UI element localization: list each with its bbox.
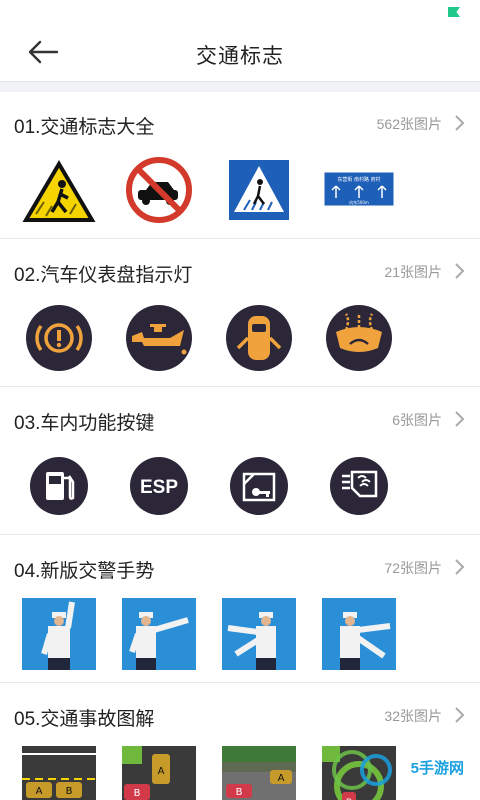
chevron-right-icon xyxy=(455,115,465,131)
thumbnail-row xyxy=(22,598,462,670)
image-count: 72张图片 xyxy=(384,560,442,576)
washer-fluid-light-icon[interactable] xyxy=(322,302,396,374)
police-gesture-stop-image[interactable] xyxy=(22,598,96,670)
thumbnail-row: ESP xyxy=(22,450,462,522)
car-a-label: A xyxy=(36,786,43,797)
esp-button-icon[interactable]: ESP xyxy=(122,450,196,522)
pedestrian-warning-sign-icon[interactable] xyxy=(22,154,96,226)
police-gesture-turn-image[interactable] xyxy=(222,598,296,670)
car-b-label: B xyxy=(134,788,141,799)
thumbnail-row xyxy=(22,302,462,374)
crosswalk-sign-icon[interactable] xyxy=(222,154,296,226)
category-car-buttons[interactable]: 03.车内功能按键 6张图片 ESP xyxy=(0,388,480,535)
car-b-label: B xyxy=(66,786,73,797)
category-traffic-signs[interactable]: 01.交通标志大全 562张图片 东营街 南村路 府村 向东500m xyxy=(0,92,480,239)
thumbnail-row: 东营街 南村路 府村 向东500m xyxy=(22,154,462,226)
image-count: 32张图片 xyxy=(384,708,442,724)
image-count: 562张图片 xyxy=(376,116,442,132)
accident-diagram-1-image[interactable]: A B xyxy=(22,746,96,800)
image-count: 6张图片 xyxy=(392,412,442,428)
road-guide-sign-icon[interactable]: 东营街 南村路 府村 向东500m xyxy=(322,154,396,226)
section-title: 03.车内功能按键 xyxy=(14,413,155,434)
oil-pressure-light-icon[interactable] xyxy=(122,302,196,374)
section-spacer xyxy=(0,82,480,92)
sign-distance: 向东500m xyxy=(349,199,369,205)
car-a-label: A xyxy=(278,773,285,784)
section-title: 05.交通事故图解 xyxy=(14,709,155,730)
battery-icon xyxy=(448,7,460,17)
watermark-logo: 5手游网 xyxy=(324,744,474,792)
nav-bar: 交通标志 xyxy=(0,22,480,82)
fuel-pump-button-icon[interactable] xyxy=(22,450,96,522)
chevron-right-icon xyxy=(455,411,465,427)
car-a-label: A xyxy=(158,766,165,777)
brake-warning-light-icon[interactable] xyxy=(22,302,96,374)
image-count: 21张图片 xyxy=(384,264,442,280)
section-title: 01.交通标志大全 xyxy=(14,117,155,138)
door-lock-button-icon[interactable] xyxy=(222,450,296,522)
page-title: 交通标志 xyxy=(196,45,284,68)
chevron-right-icon xyxy=(455,559,465,575)
door-open-light-icon[interactable] xyxy=(222,302,296,374)
section-title: 04.新版交警手势 xyxy=(14,561,155,582)
accident-diagram-3-image[interactable]: B A xyxy=(222,746,296,800)
section-title: 02.汽车仪表盘指示灯 xyxy=(14,265,193,286)
no-vehicles-sign-icon[interactable] xyxy=(122,154,196,226)
watermark-text: 5手游网 xyxy=(410,760,464,777)
chevron-right-icon xyxy=(455,707,465,723)
accident-diagram-2-image[interactable]: A B xyxy=(122,746,196,800)
category-police-gestures[interactable]: 04.新版交警手势 72张图片 xyxy=(0,536,480,683)
police-gesture-slow-image[interactable] xyxy=(322,598,396,670)
category-dashboard-lights[interactable]: 02.汽车仪表盘指示灯 21张图片 xyxy=(0,240,480,387)
chevron-right-icon xyxy=(455,263,465,279)
defrost-button-icon[interactable] xyxy=(322,450,396,522)
status-bar xyxy=(0,0,480,22)
sign-destinations: 东营街 南村路 府村 xyxy=(337,176,380,183)
car-b-label: B xyxy=(236,787,243,798)
police-gesture-left-image[interactable] xyxy=(122,598,196,670)
esp-label: ESP xyxy=(140,477,178,498)
